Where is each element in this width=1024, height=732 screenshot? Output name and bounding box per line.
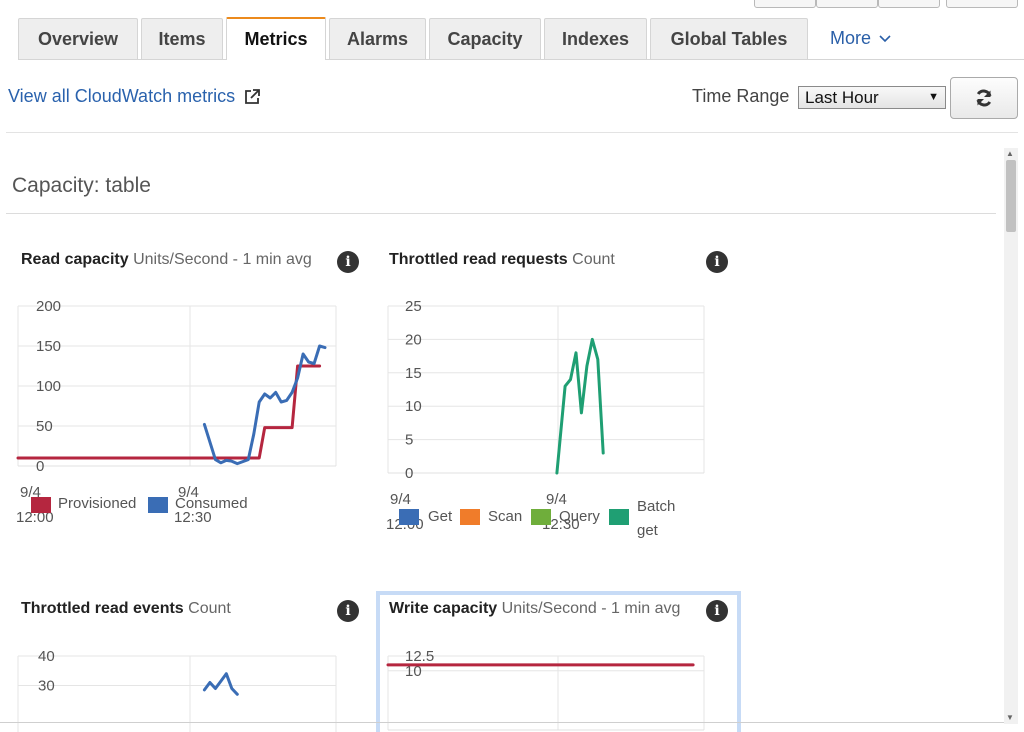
refresh-button[interactable] [950, 77, 1018, 119]
y-tick-label: 150 [36, 338, 61, 355]
bottom-border [0, 722, 1004, 723]
legend-query[interactable]: Query [559, 508, 600, 525]
refresh-icon [976, 89, 992, 107]
series-line [202, 672, 239, 696]
chart-title: Read capacity [21, 251, 129, 268]
legend-scan[interactable]: Scan [488, 508, 522, 525]
divider [6, 132, 1018, 133]
more-label: More [830, 28, 872, 48]
scroll-down-icon[interactable]: ▼ [1006, 713, 1014, 722]
tab-bar: Overview Items Metrics Alarms Capacity I… [0, 0, 1024, 60]
time-range-label: Time Range [692, 86, 790, 106]
y-tick-label: 25 [405, 298, 422, 315]
throttled-read-requests-title: Throttled read requests Count [389, 251, 615, 269]
tab-global-tables[interactable]: Global Tables [650, 18, 808, 59]
throttled-read-events-chart: 30 40 [17, 648, 337, 732]
tab-indexes[interactable]: Indexes [544, 18, 647, 59]
tab-more[interactable]: More [830, 28, 891, 49]
legend-swatch-get [399, 509, 419, 525]
legend-swatch-scan [460, 509, 480, 525]
legend-swatch-batch-get [609, 509, 629, 525]
y-tick-label: 20 [405, 331, 422, 348]
time-range-value: Last Hour [805, 88, 879, 107]
legend-get[interactable]: Get [428, 508, 452, 525]
y-tick-label: 12.5 [405, 648, 434, 665]
x-tick-label: 9/4 [546, 491, 567, 508]
external-link-icon [245, 88, 260, 104]
scrollbar-thumb[interactable] [1006, 160, 1016, 232]
tab-overview[interactable]: Overview [18, 18, 138, 59]
chart-unit: Count [188, 600, 231, 617]
tab-capacity[interactable]: Capacity [429, 18, 541, 59]
cloudwatch-metrics-link[interactable]: View all CloudWatch metrics [8, 86, 261, 107]
legend-consumed[interactable]: Consumed [175, 495, 248, 512]
cloudwatch-link-text: View all CloudWatch metrics [8, 86, 236, 106]
chart-unit: Count [572, 251, 615, 268]
y-tick-label: 200 [36, 298, 61, 315]
series-line [202, 344, 327, 466]
write-capacity-title: Write capacity Units/Second - 1 min avg [389, 600, 680, 618]
info-icon[interactable]: i [337, 600, 359, 622]
tab-alarms[interactable]: Alarms [329, 18, 426, 59]
time-range-select[interactable]: Last Hour ▼ [798, 86, 946, 109]
legend-provisioned[interactable]: Provisioned [58, 495, 136, 512]
legend-swatch-query [531, 509, 551, 525]
y-tick-label: 30 [38, 678, 55, 695]
y-tick-label: 50 [36, 418, 53, 435]
scroll-up-icon[interactable]: ▲ [1006, 149, 1014, 158]
info-icon[interactable]: i [337, 251, 359, 273]
read-capacity-title: Read capacity Units/Second - 1 min avg [21, 251, 312, 269]
info-icon[interactable]: i [706, 600, 728, 622]
series-line [16, 364, 322, 460]
chart-title: Write capacity [389, 600, 498, 617]
y-tick-label: 100 [36, 378, 61, 395]
legend-swatch-consumed [148, 497, 168, 513]
tab-metrics[interactable]: Metrics [226, 17, 326, 60]
x-tick-label: 9/4 [390, 491, 411, 508]
y-tick-label: 15 [405, 365, 422, 382]
y-tick-label: 5 [405, 432, 413, 449]
section-title: Capacity: table [12, 174, 151, 197]
y-tick-label: 0 [36, 458, 44, 475]
chart-title: Throttled read events [21, 600, 184, 617]
tab-items[interactable]: Items [141, 18, 223, 59]
dropdown-arrow-icon: ▼ [928, 91, 939, 103]
legend-swatch-provisioned [31, 497, 51, 513]
write-capacity-chart: 1012.5 [386, 648, 705, 731]
y-tick-label: 40 [38, 648, 55, 665]
chart-unit: Units/Second - 1 min avg [501, 600, 681, 617]
scrollbar[interactable] [1004, 148, 1018, 724]
legend-batch-get[interactable]: Batch get [637, 495, 685, 543]
section-divider [6, 213, 996, 214]
chart-unit: Units/Second - 1 min avg [133, 251, 312, 268]
throttled-read-events-title: Throttled read events Count [21, 600, 231, 618]
y-tick-label: 0 [405, 465, 413, 482]
chevron-down-icon [879, 34, 891, 42]
chart-title: Throttled read requests [389, 251, 568, 268]
info-icon[interactable]: i [706, 251, 728, 273]
y-tick-label: 10 [405, 398, 422, 415]
